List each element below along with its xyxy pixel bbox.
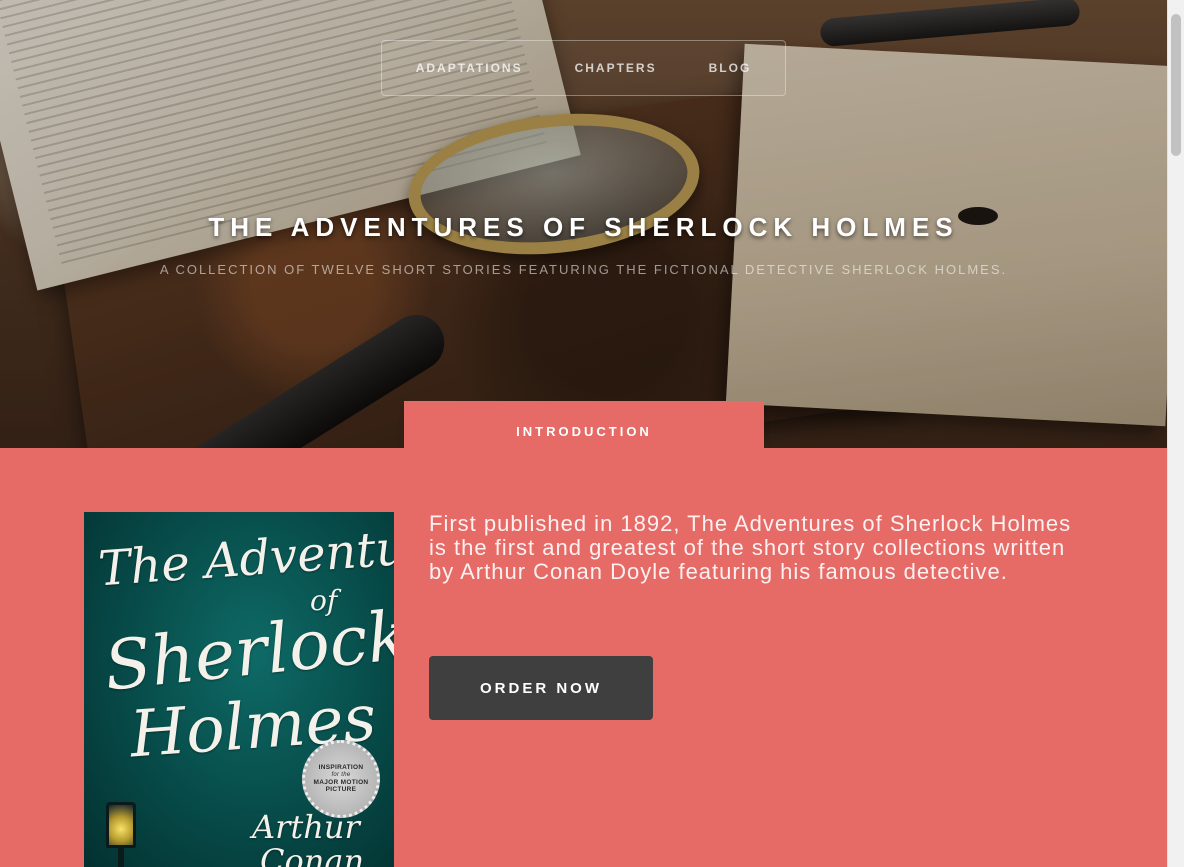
- cover-badge-text: for the: [331, 771, 351, 778]
- cover-badge-text: MAJOR MOTION: [313, 778, 369, 786]
- page-title: THE ADVENTURES OF SHERLOCK HOLMES: [208, 212, 959, 242]
- main-nav: ADAPTATIONS CHAPTERS BLOG: [381, 40, 786, 96]
- nav-blog-link[interactable]: BLOG: [709, 61, 752, 75]
- page-scrollbar[interactable]: [1167, 0, 1184, 867]
- cover-author-line: Arthur: [252, 808, 360, 846]
- order-now-button[interactable]: ORDER NOW: [429, 656, 653, 720]
- introduction-text: First published in 1892, The Adventures …: [429, 511, 1072, 584]
- lamp-icon: [106, 802, 136, 848]
- page-subtitle: A COLLECTION OF TWELVE SHORT STORIES FEA…: [159, 262, 1008, 277]
- book-cover-image: The Adventures of Sherlock Holmes INSPIR…: [84, 512, 394, 867]
- cover-title-line: The Adventures: [96, 514, 394, 598]
- cover-author-line: Conan: [260, 842, 365, 867]
- cover-badge-text: INSPIRATION: [318, 764, 364, 772]
- scrollbar-thumb[interactable]: [1171, 14, 1181, 156]
- cover-badge: INSPIRATION for the MAJOR MOTION PICTURE: [302, 740, 380, 818]
- lamp-post: [118, 848, 124, 867]
- hero-banner: ADAPTATIONS CHAPTERS BLOG THE ADVENTURES…: [0, 0, 1167, 448]
- cover-badge-text: PICTURE: [325, 786, 357, 794]
- introduction-section: The Adventures of Sherlock Holmes INSPIR…: [0, 448, 1167, 867]
- nav-chapters-link[interactable]: CHAPTERS: [575, 61, 657, 75]
- nav-adaptations-link[interactable]: ADAPTATIONS: [416, 61, 523, 75]
